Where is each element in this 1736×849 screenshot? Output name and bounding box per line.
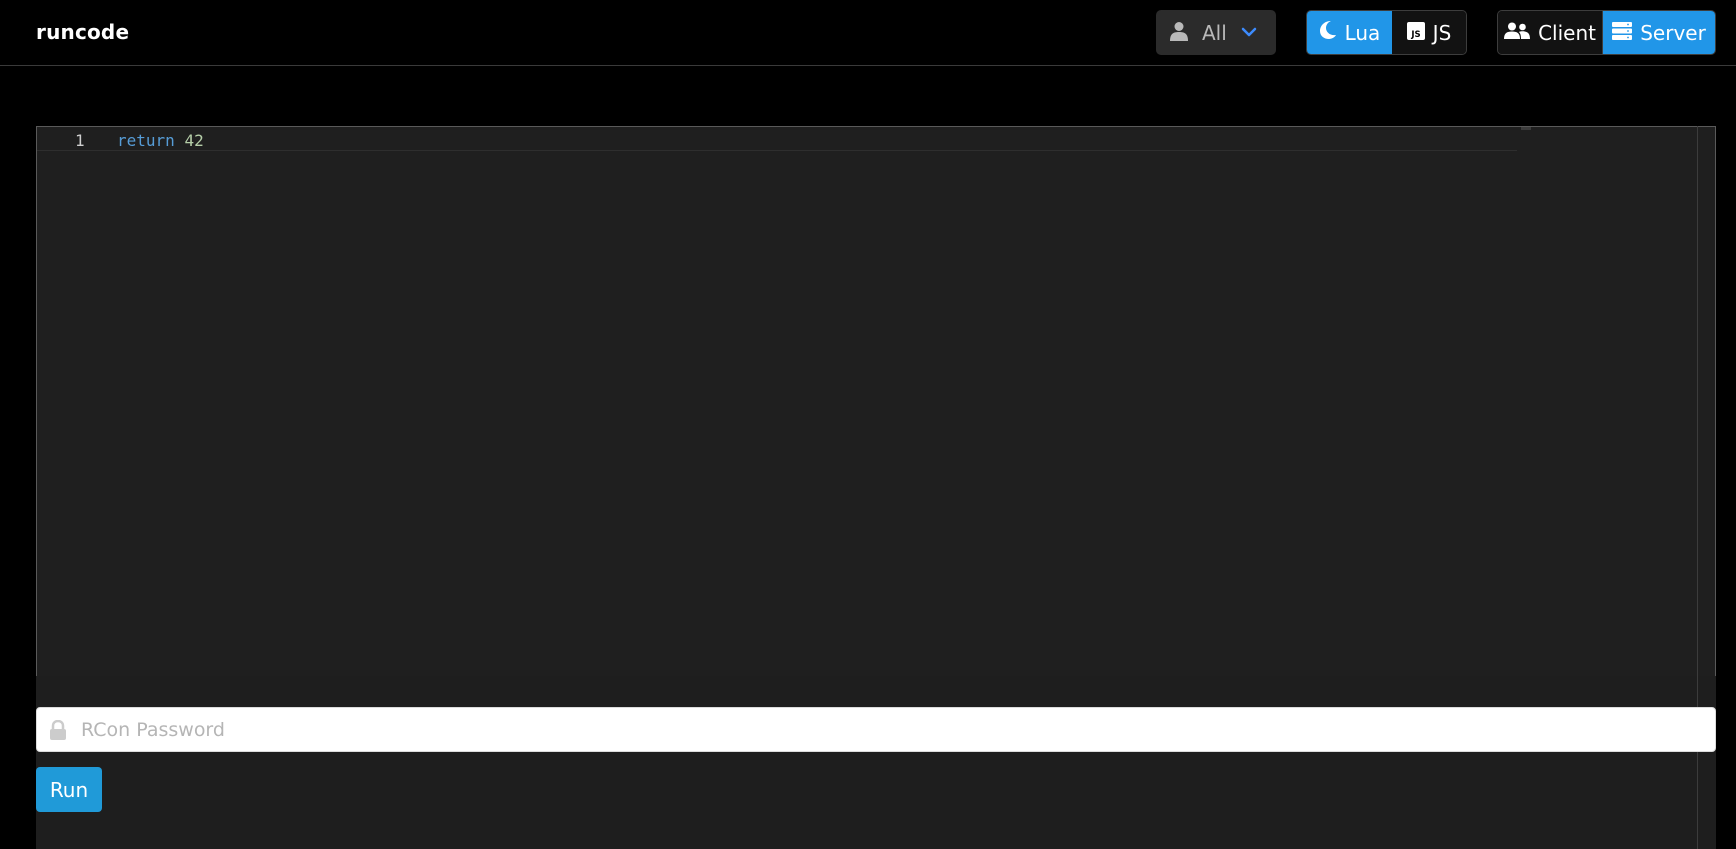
code-number: 42	[184, 131, 204, 150]
minimap-marker	[1521, 127, 1531, 130]
code-keyword: return	[117, 131, 175, 150]
code-text[interactable]: return 42	[117, 131, 204, 150]
svg-text:JS: JS	[1410, 30, 1420, 40]
realm-toggle: Client Server	[1497, 10, 1716, 55]
lua-button[interactable]: Lua	[1307, 11, 1392, 54]
server-button-label: Server	[1640, 20, 1706, 45]
client-button[interactable]: Client	[1498, 11, 1604, 54]
lua-button-label: Lua	[1344, 20, 1381, 45]
language-toggle: Lua JS JS	[1306, 10, 1467, 55]
rcon-password-input[interactable]	[37, 708, 1715, 751]
moon-icon	[1319, 20, 1337, 45]
rcon-password-field[interactable]	[36, 707, 1716, 752]
js-icon: JS	[1406, 21, 1425, 45]
code-line: 1 return 42	[37, 129, 1517, 151]
client-button-label: Client	[1538, 20, 1596, 45]
top-bar: runcode All Lua JS JS Client Server	[0, 0, 1736, 66]
line-number: 1	[75, 131, 85, 150]
code-editor[interactable]: 1 return 42	[36, 126, 1716, 676]
chevron-down-icon	[1241, 23, 1257, 42]
target-dropdown[interactable]: All	[1156, 10, 1276, 55]
target-dropdown-value: All	[1202, 20, 1227, 45]
user-icon	[1170, 21, 1188, 45]
server-button[interactable]: Server	[1603, 11, 1715, 54]
app-brand: runcode	[36, 20, 130, 44]
js-button-label: JS	[1432, 20, 1452, 45]
run-button[interactable]: Run	[36, 767, 102, 812]
users-icon	[1504, 21, 1531, 45]
server-icon	[1612, 21, 1633, 45]
lock-icon	[49, 719, 67, 744]
js-button[interactable]: JS JS	[1391, 11, 1466, 54]
